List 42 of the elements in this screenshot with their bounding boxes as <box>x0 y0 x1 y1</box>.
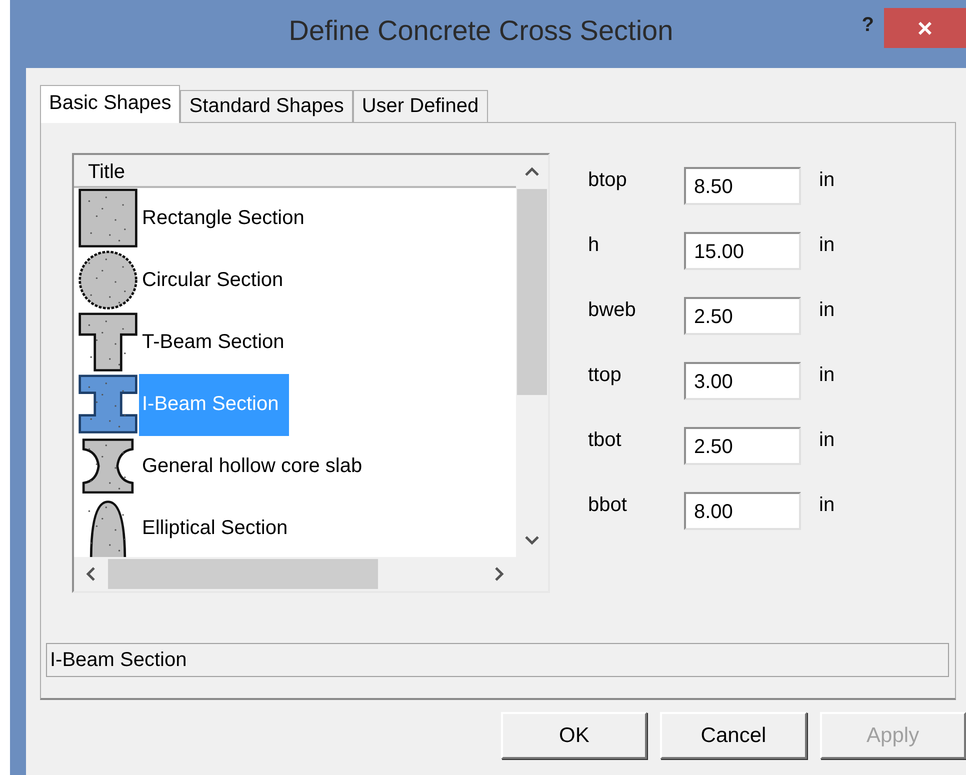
field-label: bbot <box>588 494 628 517</box>
status-field: I-Beam Section <box>46 643 949 677</box>
scroll-up-icon[interactable] <box>524 167 540 177</box>
shape-list[interactable]: Title Rectangle Section Circular Section T-Beam Section I-Beam Section General hollow core slab Elliptical Section <box>72 153 550 593</box>
input-field[interactable]: 2.50 <box>684 296 801 334</box>
t-beam-icon <box>77 312 139 374</box>
unit-label: in <box>819 494 835 517</box>
help-button[interactable]: ? <box>856 12 880 39</box>
unit-label: in <box>819 299 835 322</box>
column-header[interactable]: Title <box>74 155 516 188</box>
circle-icon <box>77 250 139 312</box>
input-field[interactable]: 2.50 <box>684 426 801 464</box>
field-label: bweb <box>588 299 637 322</box>
input-field[interactable]: 3.00 <box>684 362 801 400</box>
field-label: ttop <box>588 364 622 387</box>
dialog-button[interactable]: OK <box>501 712 648 759</box>
unit-label: in <box>819 234 835 257</box>
tab[interactable]: Standard Shapes <box>180 90 353 122</box>
shape-list-item[interactable]: T-Beam Section <box>139 312 294 374</box>
unit-label: in <box>819 169 835 192</box>
scroll-left-icon[interactable] <box>86 566 96 582</box>
shape-list-item[interactable]: General hollow core slab <box>139 436 372 498</box>
shape-list-item[interactable]: Circular Section <box>139 250 294 312</box>
scroll-down-icon[interactable] <box>524 535 540 545</box>
window-title: Define Concrete Cross Section <box>288 15 674 47</box>
tab[interactable]: User Defined <box>352 90 488 122</box>
input-field[interactable]: 8.50 <box>684 166 801 204</box>
dialog-button[interactable]: Cancel <box>660 712 807 759</box>
rectangle-icon <box>77 188 139 250</box>
field-label: tbot <box>588 429 622 452</box>
tab[interactable]: Basic Shapes <box>40 85 180 123</box>
i-beam-icon <box>77 374 139 436</box>
unit-label: in <box>819 429 835 452</box>
input-field[interactable]: 15.00 <box>684 232 801 270</box>
unit-label: in <box>819 364 835 387</box>
close-button[interactable]: × <box>884 8 966 48</box>
field-label: h <box>588 234 600 257</box>
shape-list-item[interactable]: Rectangle Section <box>139 188 314 250</box>
field-label: btop <box>588 169 628 192</box>
scroll-right-icon[interactable] <box>494 566 504 582</box>
input-field[interactable]: 8.00 <box>684 492 801 530</box>
shape-list-item[interactable]: Elliptical Section <box>139 498 298 557</box>
